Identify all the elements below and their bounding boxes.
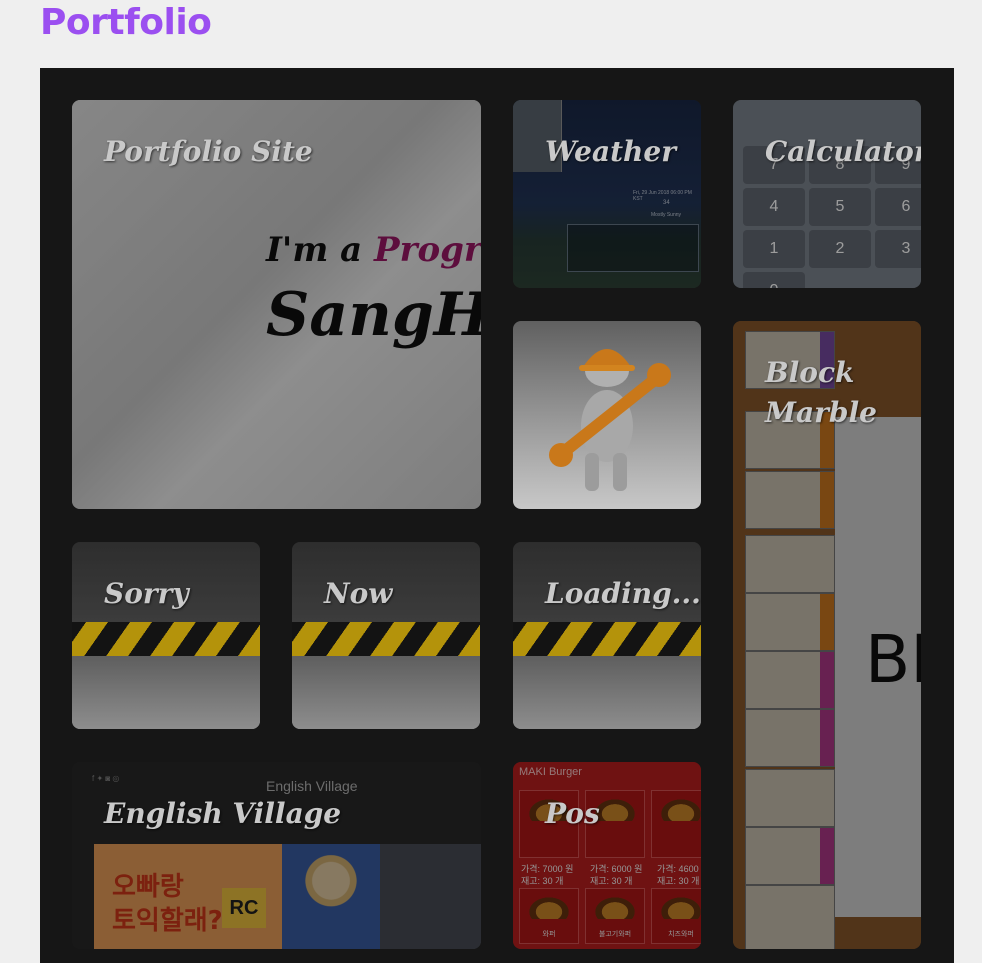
tile-overlay	[72, 542, 260, 729]
worker-icon	[549, 349, 671, 491]
tile-title: Sorry	[104, 577, 189, 610]
tile-overlay	[513, 762, 701, 949]
tile-sorry[interactable]: Sorry	[72, 542, 260, 729]
tile-title: Loading...	[545, 577, 701, 610]
tile-title: Calculator	[765, 135, 921, 168]
tile-title: Now	[324, 577, 393, 610]
tile-title: Block Marble	[765, 353, 877, 433]
tile-overlay	[513, 100, 701, 288]
tile-overlay	[292, 542, 480, 729]
tile-pos[interactable]: MAKI Burger 가격: 7000 원 재고: 30 개 가격: 6000…	[513, 762, 701, 949]
tile-calculator[interactable]: 7 8 9 4 5 6 1 2 3 0 Calculator	[733, 100, 921, 288]
tile-weather[interactable]: Fri, 29 Jun 2018 06:00 PM KST 34 Mostly …	[513, 100, 701, 288]
tile-title-line2: Marble	[765, 396, 877, 429]
tile-overlay	[733, 100, 921, 288]
tile-now[interactable]: Now	[292, 542, 480, 729]
tile-title-line1: Block	[765, 356, 855, 389]
tile-under-construction[interactable]	[513, 321, 701, 509]
tile-title: English Village	[104, 797, 342, 830]
tile-title: Portfolio Site	[104, 135, 313, 168]
tile-portfolio-site[interactable]: I'm a Progra SangHo Portfolio Site	[72, 100, 481, 509]
tile-overlay	[513, 542, 701, 729]
tile-title: Pos	[545, 797, 600, 830]
tile-title: Weather	[545, 135, 676, 168]
tile-overlay	[72, 762, 481, 949]
portfolio-grid: I'm a Progra SangHo Portfolio Site Fri, …	[40, 68, 954, 963]
page-title: Portfolio	[40, 2, 212, 43]
tile-block-marble[interactable]: BL Block Marble	[733, 321, 921, 949]
tile-english-village[interactable]: f ✦ ◙ ◎ English Village 오빠랑 토익할래? RC Eng…	[72, 762, 481, 949]
tile-loading[interactable]: Loading...	[513, 542, 701, 729]
